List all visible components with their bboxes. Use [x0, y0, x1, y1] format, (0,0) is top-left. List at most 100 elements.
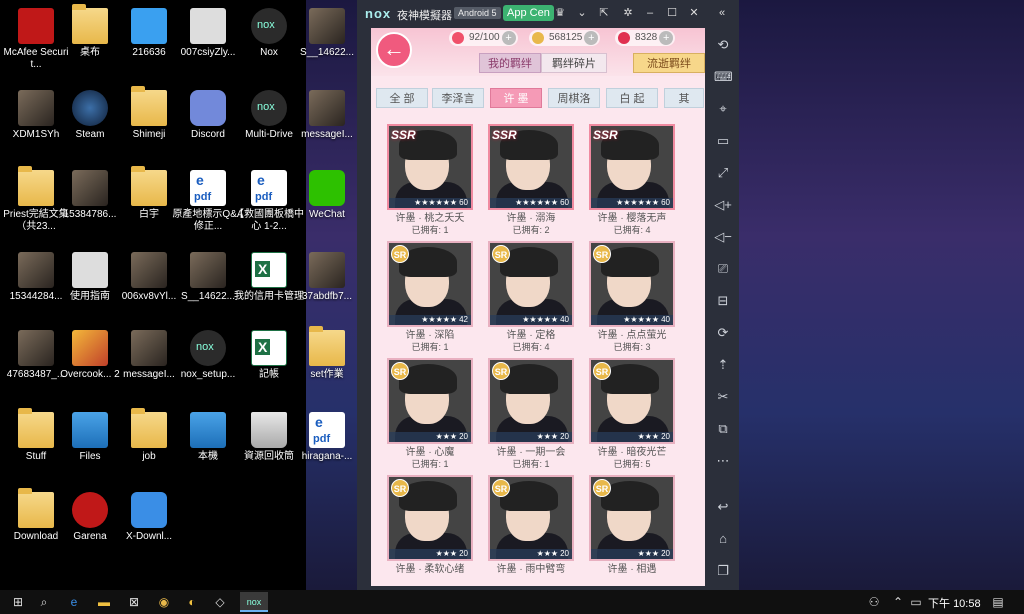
- photo-icon: [309, 252, 345, 288]
- tab-bond-fragments[interactable]: 羁绊碎片: [541, 53, 607, 73]
- shake-icon[interactable]: ⟳: [714, 324, 732, 342]
- desktop-icon[interactable]: set作業: [291, 326, 363, 402]
- bond-card[interactable]: SSR ★★★★★★ 60 许墨 · 溺海 已拥有: 2: [488, 124, 574, 236]
- file-explorer-icon[interactable]: ▬: [94, 592, 114, 612]
- rotate-icon[interactable]: ⟲: [714, 36, 732, 54]
- card-name: 许墨 · 一期一会: [496, 447, 566, 458]
- more-icon[interactable]: ⋯: [714, 452, 732, 470]
- tab-xu-mo[interactable]: 许 墨: [490, 88, 542, 108]
- desktop-icon[interactable]: messageI...: [291, 86, 363, 162]
- nox-title-bar[interactable]: nox 夜神模擬器 6 Android 5 App Cen ♛ ⌄ ⇱ ✲ – …: [357, 0, 739, 28]
- desktop-icon[interactable]: S__14622...: [291, 4, 363, 80]
- install-icon[interactable]: ⊟: [714, 292, 732, 310]
- screenshot-icon[interactable]: ⎚: [714, 260, 732, 278]
- home-icon[interactable]: ⌂: [714, 530, 732, 548]
- tab-lost-bonds[interactable]: 流逝羁绊: [633, 53, 705, 73]
- chrome-icon[interactable]: ◉: [154, 592, 174, 612]
- card-level-value: 20: [459, 432, 468, 441]
- card-level-value: 60: [560, 198, 569, 207]
- nox-side-toolbar: ⟲ ⌨ ⌖ ▭ ⤢ ◁+ ◁− ⎚ ⊟ ⟳ ⇡ ✂ ⧉ ⋯ ↩ ⌂ ❐: [706, 28, 739, 590]
- bond-card[interactable]: SR ★★★★★ 40 许墨 · 定格 已拥有: 4: [488, 241, 574, 353]
- store-icon[interactable]: ⊠: [124, 592, 144, 612]
- android-screen[interactable]: ← 92/100 + 568125 + 8328 + 我的羁绊 羁绊碎片 流逝羁…: [371, 28, 705, 586]
- card-art: SSR ★★★★★★ 60: [387, 124, 473, 210]
- photo-icon: [309, 90, 345, 126]
- pdf-icon: [309, 412, 345, 448]
- screen-icon[interactable]: ▭: [714, 132, 732, 150]
- gift-icon[interactable]: ♛: [553, 6, 567, 20]
- card-name: 许墨 · 深陷: [405, 330, 455, 341]
- card-level: ★★★★★★ 60: [490, 198, 572, 208]
- app-icon[interactable]: ◇: [210, 592, 230, 612]
- chevron-up-icon[interactable]: ⌃: [888, 592, 908, 612]
- volume-down-icon[interactable]: ◁−: [714, 228, 732, 246]
- add-gold-button[interactable]: +: [584, 31, 599, 45]
- desktop-icon[interactable]: hiragana-...: [291, 408, 363, 484]
- bond-card[interactable]: SSR ★★★★★★ 60 许墨 · 樱落无声 已拥有: 4: [589, 124, 675, 236]
- tab-bai-qi[interactable]: 白 起: [606, 88, 658, 108]
- edge-icon[interactable]: e: [64, 592, 84, 612]
- desktop-icon[interactable]: WeChat: [291, 166, 363, 242]
- rarity-badge: SR: [391, 479, 409, 497]
- desktop-icon[interactable]: 37abdfb7...: [291, 248, 363, 324]
- tab-li-zeyan[interactable]: 李泽言: [432, 88, 484, 108]
- excel-icon: [251, 252, 287, 288]
- close-icon[interactable]: ✕: [687, 6, 701, 20]
- bond-card[interactable]: SR ★★★★★ 40 许墨 · 点点萤光 已拥有: 3: [589, 241, 675, 353]
- location-icon[interactable]: ⌖: [714, 100, 732, 118]
- desktop-icon-label: messageI...: [301, 129, 353, 140]
- dark-icon: [72, 252, 108, 288]
- keyboard-icon[interactable]: ⌨: [714, 68, 733, 86]
- settings-icon[interactable]: ✲: [621, 6, 635, 20]
- volume-up-icon[interactable]: ◁+: [714, 196, 732, 214]
- character-filter-tabs: 全 部 李泽言 许 墨 周棋洛 白 起 其: [371, 86, 705, 112]
- folder-icon: [309, 326, 345, 366]
- add-stamina-button[interactable]: +: [501, 31, 516, 45]
- tab-zhou-qiluo[interactable]: 周棋洛: [548, 88, 600, 108]
- card-grid: SSR ★★★★★★ 60 许墨 · 桃之夭夭 已拥有: 1 SSR ★★★★★★ 60 许墨 …: [387, 124, 705, 584]
- card-level-value: 20: [661, 432, 670, 441]
- speed-icon[interactable]: ⇡: [714, 356, 732, 374]
- minimize-icon[interactable]: –: [643, 6, 657, 20]
- bond-card[interactable]: SR ★★★ 20 许墨 · 相遇: [589, 475, 675, 576]
- chevron-down-icon[interactable]: ⌄: [575, 6, 589, 20]
- card-stars: ★★★: [637, 549, 660, 558]
- bond-card[interactable]: SSR ★★★★★★ 60 许墨 · 桃之夭夭 已拥有: 1: [387, 124, 473, 236]
- bond-card[interactable]: SR ★★★ 20 许墨 · 暗夜光芒 已拥有: 5: [589, 358, 675, 470]
- card-name: 许墨 · 雨中臂弯: [496, 564, 566, 575]
- card-art: SSR ★★★★★★ 60: [488, 124, 574, 210]
- bond-card[interactable]: SR ★★★ 20 许墨 · 柔软心绪: [387, 475, 473, 576]
- card-stars: ★★★★★★: [616, 198, 660, 207]
- pin-icon[interactable]: ⇱: [597, 6, 611, 20]
- notification-icon[interactable]: ▤: [988, 592, 1008, 612]
- folder-icon: [131, 166, 167, 206]
- tab-other[interactable]: 其: [664, 88, 704, 108]
- recent-icon[interactable]: ❐: [714, 562, 732, 580]
- back-button[interactable]: ←: [376, 32, 412, 68]
- system-clock[interactable]: 下午 10:58: [928, 595, 981, 611]
- bond-card[interactable]: SR ★★★ 20 许墨 · 一期一会 已拥有: 1: [488, 358, 574, 470]
- bond-card[interactable]: SR ★★★ 20 许墨 · 心魔 已拥有: 1: [387, 358, 473, 470]
- bond-card[interactable]: SR ★★★★★ 42 许墨 · 深陷 已拥有: 1: [387, 241, 473, 353]
- multi-window-icon[interactable]: ⧉: [714, 420, 732, 438]
- tab-all[interactable]: 全 部: [376, 88, 428, 108]
- app-icon[interactable]: ◐: [182, 592, 202, 612]
- search-icon[interactable]: ⌕: [34, 592, 54, 612]
- fullscreen-icon[interactable]: ⤢: [714, 164, 732, 182]
- bond-card[interactable]: SR ★★★ 20 许墨 · 雨中臂弯: [488, 475, 574, 576]
- scissors-icon[interactable]: ✂: [714, 388, 732, 406]
- tab-my-bonds[interactable]: 我的羁绊: [479, 53, 541, 73]
- people-icon[interactable]: ⚇: [864, 592, 884, 612]
- add-diamond-button[interactable]: +: [659, 31, 674, 45]
- start-icon[interactable]: ⊞: [8, 592, 28, 612]
- network-icon[interactable]: ▭: [906, 592, 926, 612]
- desktop-icon[interactable]: X-Downl...: [113, 488, 185, 564]
- app-center-button[interactable]: App Cen: [503, 5, 554, 21]
- card-stars: ★★★: [536, 549, 559, 558]
- card-level-value: 20: [560, 432, 569, 441]
- collapse-icon[interactable]: «: [715, 6, 729, 20]
- back-icon[interactable]: ↩: [714, 498, 732, 516]
- maximize-icon[interactable]: ☐: [665, 6, 679, 20]
- card-level-value: 20: [661, 549, 670, 558]
- nox-icon[interactable]: nox: [240, 592, 268, 612]
